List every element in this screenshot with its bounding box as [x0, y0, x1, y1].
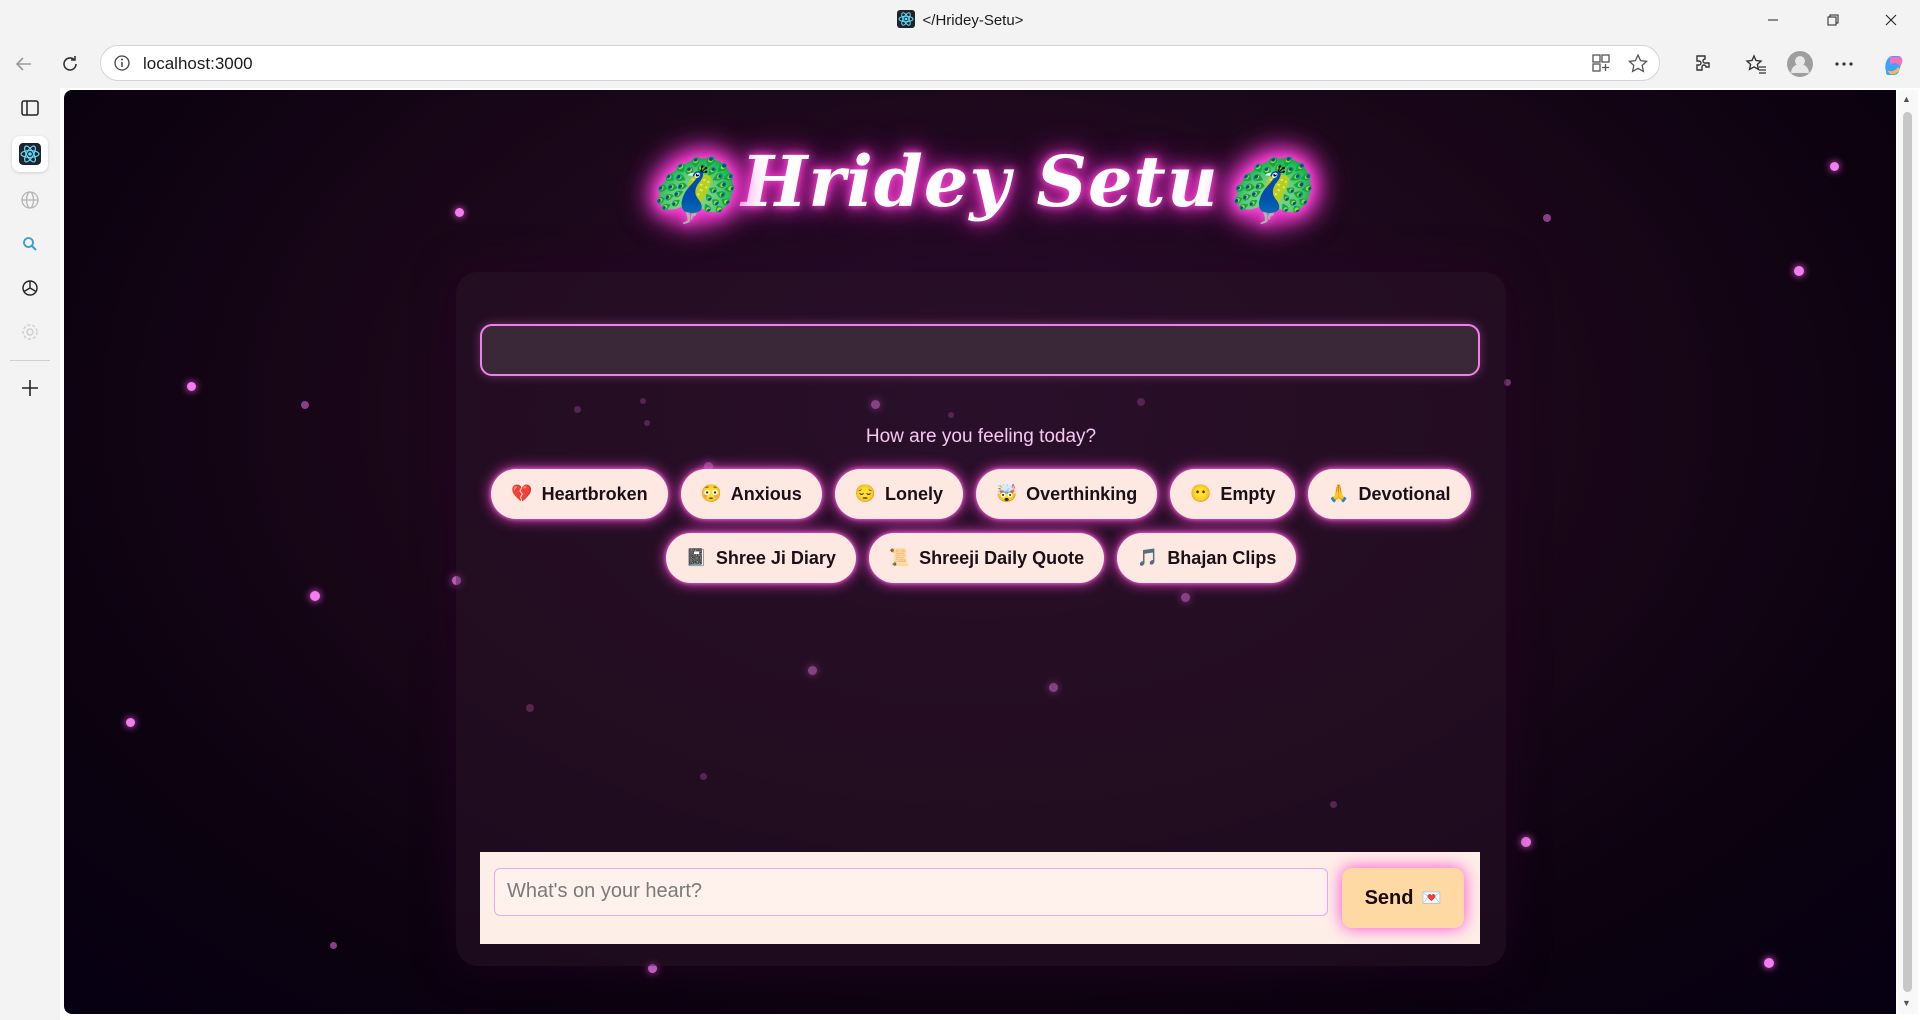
message-input[interactable]: What's on your heart? — [494, 868, 1328, 916]
mood-chip-lonely[interactable]: 😔 Lonely — [834, 469, 963, 519]
chip-label: Bhajan Clips — [1167, 547, 1277, 568]
peacock-icon: 🦚 — [647, 146, 736, 229]
react-tab-icon[interactable] — [12, 136, 48, 172]
peacock-icon: 🦚 — [1224, 146, 1313, 229]
mood-chip-anxious[interactable]: 😳 Anxious — [680, 469, 822, 519]
sparkle — [1794, 266, 1804, 276]
more-icon[interactable] — [1828, 48, 1860, 80]
refresh-icon[interactable] — [54, 48, 86, 80]
sparkle — [1521, 837, 1531, 847]
feeling-prompt: How are you feeling today? — [865, 426, 1097, 447]
openai-icon[interactable] — [12, 270, 48, 306]
mood-chip-devotional[interactable]: 🙏 Devotional — [1308, 469, 1471, 519]
message-composer: What's on your heart? Send 💌 — [480, 852, 1480, 944]
music-note-icon: 🎵 — [1137, 548, 1159, 567]
face-without-mouth-icon: 😶 — [1190, 484, 1212, 503]
back-icon[interactable] — [8, 48, 40, 80]
folded-hands-icon: 🙏 — [1328, 484, 1350, 503]
flushed-face-icon: 😳 — [700, 484, 722, 503]
chip-shreeji-daily-quote[interactable]: 📜 Shreeji Daily Quote — [868, 533, 1105, 583]
mood-chip-overthinking[interactable]: 🤯 Overthinking — [976, 469, 1158, 519]
favorite-star-icon[interactable] — [1627, 53, 1649, 80]
mood-chip-empty[interactable]: 😶 Empty — [1170, 469, 1296, 519]
chip-label: Lonely — [884, 483, 943, 504]
page-scrollbar[interactable]: ▲ ▼ — [1898, 90, 1918, 1014]
chip-label: Devotional — [1358, 483, 1451, 504]
close-icon[interactable] — [1868, 0, 1914, 40]
sparkle — [310, 591, 320, 601]
chip-label: Heartbroken — [541, 483, 648, 504]
chip-label: Overthinking — [1026, 483, 1138, 504]
restore-icon[interactable] — [1810, 0, 1856, 40]
chip-label: Shree Ji Diary — [715, 547, 836, 568]
globe-icon[interactable] — [12, 182, 48, 218]
sparkle — [330, 942, 337, 949]
window-title-wrap: </Hridey-Setu> — [0, 10, 1920, 29]
sparkle — [187, 382, 196, 391]
chip-label: Anxious — [730, 483, 802, 504]
edge-sidebar — [0, 88, 60, 1020]
favorites-icon[interactable] — [1740, 48, 1772, 80]
sparkle — [301, 401, 309, 409]
mood-chip-heartbroken[interactable]: 💔 Heartbroken — [491, 469, 668, 519]
notebook-icon: 📓 — [685, 548, 707, 567]
chip-label: Shreeji Daily Quote — [919, 547, 1085, 568]
chip-bhajan-clips[interactable]: 🎵 Bhajan Clips — [1117, 533, 1297, 583]
send-label: Send — [1364, 886, 1414, 909]
app-available-icon[interactable] — [1591, 53, 1611, 78]
tab-actions-icon[interactable] — [12, 90, 48, 126]
app-title: 🦚Hridey Setu🦚 — [64, 140, 1896, 230]
sparkle — [1764, 958, 1774, 968]
window-titlebar: </Hridey-Setu> — [0, 0, 1920, 40]
browser-toolbar: localhost:3000 — [0, 40, 1920, 88]
address-bar[interactable]: localhost:3000 — [100, 45, 1660, 81]
extensions-icon[interactable] — [1688, 48, 1720, 80]
copilot-icon[interactable] — [1878, 48, 1910, 80]
app-title-text: Hridey Setu — [741, 140, 1219, 223]
page-viewport: 🦚Hridey Setu🦚 How are you feeling today?… — [64, 90, 1896, 1014]
chat-card: How are you feeling today? 💔 Heartbroken … — [456, 272, 1506, 966]
scrollbar-thumb[interactable] — [1903, 112, 1912, 992]
mood-row-1: 💔 Heartbroken 😳 Anxious 😔 Lonely 🤯 Overthink… — [456, 469, 1506, 519]
sidebar-divider — [10, 360, 50, 361]
scroll-down-icon[interactable]: ▼ — [1902, 998, 1911, 1008]
scroll-up-icon[interactable]: ▲ — [1902, 94, 1911, 104]
mood-row-2: 📓 Shree Ji Diary 📜 Shreeji Daily Quote 🎵 Bh… — [456, 533, 1506, 583]
react-icon — [896, 10, 915, 28]
search-icon[interactable] — [12, 226, 48, 262]
chip-shree-ji-diary[interactable]: 📓 Shree Ji Diary — [665, 533, 856, 583]
broken-heart-icon: 💔 — [511, 484, 533, 503]
scroll-icon: 📜 — [888, 548, 911, 567]
add-icon[interactable] — [12, 370, 48, 406]
send-button[interactable]: Send 💌 — [1342, 868, 1464, 928]
chip-label: Empty — [1220, 483, 1276, 504]
settings-icon[interactable] — [12, 314, 48, 350]
exploding-head-icon: 🤯 — [996, 484, 1018, 503]
window-title: </Hridey-Setu> — [922, 12, 1024, 29]
pensive-face-icon: 😔 — [854, 484, 876, 503]
sparkle — [126, 718, 135, 727]
chat-output-box[interactable] — [480, 324, 1480, 376]
love-letter-icon: 💌 — [1421, 890, 1442, 907]
profile-icon[interactable] — [1784, 48, 1816, 80]
minimize-icon[interactable] — [1750, 0, 1796, 40]
url-text[interactable]: localhost:3000 — [143, 54, 253, 74]
site-info-icon[interactable] — [113, 54, 131, 77]
